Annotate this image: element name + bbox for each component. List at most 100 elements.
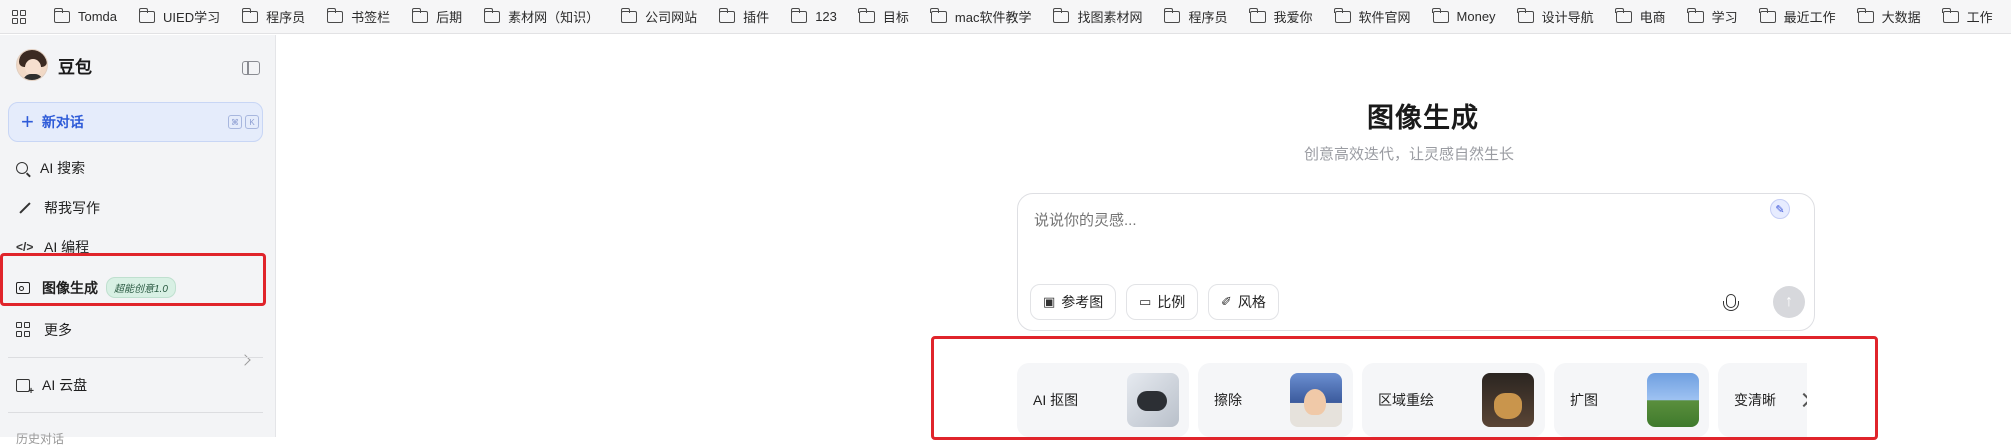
bookmark-item[interactable]: 电商 [1615,7,1666,26]
bookmarks-bar: Tomda UIED学习 程序员 书签栏 后期 素材网（知识） 公司网站 插件 123 目标 mac… [0,0,2011,34]
bookmark-item[interactable]: 最近工作 [1759,7,1836,26]
bookmark-item[interactable]: 插件 [718,7,770,26]
folder-icon [1249,7,1266,23]
bookmark-item[interactable]: 工作 [1942,7,1993,26]
brand-name: 豆包 [58,57,92,77]
folder-icon [1687,7,1704,23]
bookmark-label: 公司网站 [645,10,698,25]
sidebar-item-label: AI 搜索 [40,160,86,176]
folder-icon [718,7,736,23]
sidebar-item-cloud-drive[interactable]: AI 云盘 [16,375,87,397]
style-button[interactable]: ✐ 风格 [1208,284,1279,320]
folder-icon [930,7,947,23]
bookmark-label: 目标 [882,10,909,25]
bookmark-label: 素材网（知识） [508,10,600,25]
bookmark-label: 插件 [743,10,770,25]
bookmark-item[interactable]: UIED学习 [138,7,220,26]
new-chat-label: 新对话 [41,114,84,130]
folder-icon [1334,7,1351,23]
chip-label: 比例 [1157,294,1186,310]
folder-icon [1052,7,1070,23]
bookmark-item[interactable]: 我爱你 [1249,7,1313,26]
brand[interactable]: 豆包 [16,49,92,81]
bookmark-label: 123 [815,9,837,24]
image-icon: ▣ [1043,294,1056,309]
bookmark-item[interactable]: 程序员 [1163,7,1228,26]
folder-icon [1759,7,1776,23]
pen-icon [16,200,32,216]
bookmark-item[interactable]: 公司网站 [620,7,698,26]
prompt-input[interactable] [1034,212,1734,229]
bookmark-item[interactable]: Money [1432,7,1496,24]
folder-icon [620,7,638,23]
bookmark-label: 程序员 [1188,10,1228,25]
sidebar: 豆包 + 新对话 ⌘ K AI 搜索 帮我写作 </> AI 编程 图像生成 超… [0,35,276,446]
bookmark-item[interactable]: 书签栏 [326,7,391,26]
sidebar-item-writing[interactable]: 帮我写作 [16,198,100,218]
new-chat-button[interactable]: + 新对话 ⌘ K [8,102,263,142]
folder-icon [1163,7,1181,23]
sidebar-item-label: 更多 [44,322,72,338]
bookmark-label: 程序员 [266,10,306,25]
cloud-drive-icon [16,378,34,397]
brush-icon: ✐ [1221,294,1232,309]
bookmark-label: Money [1456,9,1496,24]
highlight-box-tools [931,336,1878,440]
folder-icon [1517,7,1534,23]
bookmark-label: mac软件教学 [954,10,1032,25]
bookmark-label: 学习 [1711,10,1738,25]
folder-icon [411,7,429,23]
bookmark-label: 工作 [1966,10,1993,25]
bookmark-label: Tomda [78,9,118,24]
bookmark-item[interactable]: 素材网（知识） [483,7,600,26]
avatar [16,49,48,81]
grid-icon [16,322,32,338]
chip-label: 参考图 [1061,294,1104,310]
sidebar-collapse-icon[interactable] [242,61,260,75]
folder-icon [1857,7,1874,23]
bookmark-item[interactable]: 软件官网 [1334,7,1411,26]
reference-image-button[interactable]: ▣ 参考图 [1030,284,1117,320]
page-subtitle: 创意高效迭代，让灵感自然生长 [1304,146,1515,163]
bookmark-item[interactable]: 找图素材网 [1052,7,1143,26]
folder-icon [483,7,501,23]
sidebar-item-more[interactable]: 更多 [16,320,72,340]
bookmark-label: 后期 [436,10,463,25]
history-section-title: 历史对话 [16,432,65,446]
folder-icon [241,7,259,23]
bookmark-item[interactable]: mac软件教学 [930,7,1032,26]
microphone-icon[interactable] [1723,294,1739,311]
prompt-composer: ✎ ▣ 参考图 ▭ 比例 ✐ 风格 ↑ [1017,193,1815,331]
bookmark-label: 书签栏 [351,10,391,25]
bookmark-item[interactable]: 学习 [1687,7,1738,26]
sidebar-item-label: 帮我写作 [44,200,100,216]
apps-grid-icon[interactable] [12,9,26,24]
send-button[interactable]: ↑ [1773,286,1805,318]
bookmark-item[interactable]: 设计导航 [1517,7,1594,26]
folder-icon [1615,7,1632,23]
search-icon [16,162,28,174]
shortcut-k-key: K [245,115,259,129]
sidebar-divider [8,412,263,413]
bookmark-label: 找图素材网 [1077,10,1143,25]
bookmark-label: 大数据 [1881,10,1921,25]
bookmark-label: 电商 [1639,10,1666,25]
bookmark-item[interactable]: 目标 [858,7,909,26]
bookmark-item[interactable]: Tomda [53,7,118,24]
bookmark-item[interactable]: 后期 [411,7,463,26]
bookmark-item[interactable]: 123 [790,7,837,24]
bookmark-label: 我爱你 [1273,10,1313,25]
chip-label: 风格 [1237,294,1266,310]
shortcut-cmd-key: ⌘ [228,115,242,129]
quill-icon[interactable]: ✎ [1770,199,1790,219]
aspect-ratio-button[interactable]: ▭ 比例 [1126,284,1199,320]
folder-icon [1432,7,1449,23]
folder-icon [326,7,344,23]
page-title: 图像生成 [1367,103,1479,133]
bookmark-item[interactable]: 大数据 [1857,7,1921,26]
bookmark-item[interactable]: 程序员 [241,7,306,26]
ratio-icon: ▭ [1139,294,1152,309]
folder-icon [790,7,808,23]
folder-icon [53,7,70,23]
sidebar-item-ai-search[interactable]: AI 搜索 [16,158,85,178]
